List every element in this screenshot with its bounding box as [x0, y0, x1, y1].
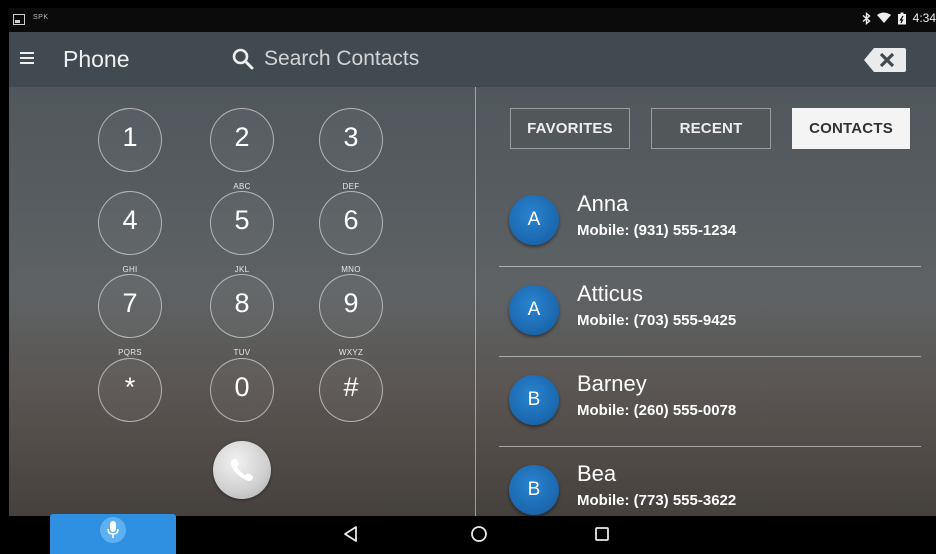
dial-key-letters: JKL	[234, 265, 250, 274]
dial-key-7[interactable]: 7 PQRS	[98, 274, 162, 357]
tab-contacts[interactable]: CONTACTS	[792, 108, 910, 149]
dial-key-6[interactable]: 6 MNO	[319, 191, 383, 274]
dial-key-letters: DEF	[342, 182, 360, 191]
avatar-initial: A	[527, 299, 541, 320]
dial-key-letters: PQRS	[118, 348, 142, 357]
navigation-bar	[9, 514, 936, 554]
divider	[499, 356, 921, 357]
panel-divider	[475, 87, 476, 516]
contact-number: Mobile: (931) 555-1234	[577, 222, 737, 239]
phone-screen: SPK 4:34 Phone Search Contacts 1 2 ABC 3…	[9, 8, 936, 554]
contact-list: A Anna Mobile: (931) 555-1234 A Atticus …	[499, 178, 921, 516]
avatar: B	[509, 465, 559, 515]
avatar: A	[509, 285, 559, 335]
dial-key-digit: 3	[343, 122, 359, 152]
contact-number: Mobile: (703) 555-9425	[577, 312, 737, 329]
dialpad: 1 2 ABC 3 DEF 4 GHI 5 JKL 6 MNO 7 PQRS 8	[9, 87, 475, 516]
tab-recent[interactable]: RECENT	[651, 108, 771, 149]
dial-key-letters: TUV	[233, 348, 251, 357]
search-input[interactable]	[264, 44, 524, 74]
dial-key-5[interactable]: 5 JKL	[210, 191, 274, 274]
contact-item-atticus[interactable]: A Atticus Mobile: (703) 555-9425	[499, 268, 921, 357]
status-icons: 4:34	[862, 11, 936, 25]
contact-name: Anna	[577, 191, 629, 216]
dial-key-digit: 7	[122, 288, 138, 318]
menu-icon[interactable]	[20, 52, 34, 64]
dial-key-8[interactable]: 8 TUV	[210, 274, 274, 357]
tab-favorites[interactable]: FAVORITES	[510, 108, 630, 149]
call-button[interactable]	[213, 441, 271, 499]
dial-key-star[interactable]: *	[98, 358, 162, 422]
contact-name: Barney	[577, 371, 647, 396]
microphone-icon	[100, 517, 126, 543]
bluetooth-icon	[862, 11, 871, 25]
app-title: Phone	[63, 46, 130, 72]
dial-key-digit: 5	[234, 205, 250, 235]
dial-key-digit: 6	[343, 205, 359, 235]
status-bar: SPK 4:34	[9, 8, 936, 32]
dial-key-letters: GHI	[122, 265, 138, 274]
contact-item-barney[interactable]: B Barney Mobile: (260) 555-0078	[499, 358, 921, 447]
dial-key-0[interactable]: 0	[210, 358, 274, 422]
dial-key-digit: *	[124, 372, 136, 402]
dial-key-digit: 8	[234, 288, 250, 318]
avatar-initial: A	[527, 209, 541, 230]
contact-name: Bea	[577, 461, 617, 486]
back-icon[interactable]	[340, 523, 362, 545]
dial-key-digit: 1	[122, 122, 138, 152]
dial-key-4[interactable]: 4 GHI	[98, 191, 162, 274]
contact-number: Mobile: (260) 555-0078	[577, 402, 737, 419]
divider	[499, 446, 921, 447]
dial-key-digit: 2	[234, 122, 250, 152]
notification-icon	[13, 14, 25, 25]
contact-name: Atticus	[577, 281, 644, 306]
home-icon[interactable]	[468, 523, 490, 545]
contact-number: Mobile: (773) 555-3622	[577, 492, 737, 509]
avatar-initial: B	[527, 389, 541, 410]
search-icon[interactable]	[231, 47, 255, 71]
contact-item-anna[interactable]: A Anna Mobile: (931) 555-1234	[499, 178, 921, 267]
wifi-icon	[876, 12, 891, 23]
dial-key-letters: WXYZ	[338, 348, 364, 357]
contact-item-bea[interactable]: B Bea Mobile: (773) 555-3622	[499, 448, 921, 516]
app-bar: Phone	[9, 32, 936, 87]
dial-key-letters: MNO	[341, 265, 361, 274]
dial-key-1[interactable]: 1	[98, 108, 162, 172]
status-app-label: SPK	[33, 14, 49, 21]
recent-apps-icon[interactable]	[591, 523, 613, 545]
dial-key-letters: ABC	[233, 182, 251, 191]
divider	[499, 266, 921, 267]
dial-key-digit: 4	[122, 205, 138, 235]
dial-key-hash[interactable]: #	[319, 358, 383, 422]
dial-key-digit: #	[343, 372, 359, 402]
dial-key-2[interactable]: 2 ABC	[210, 108, 274, 191]
battery-icon	[897, 12, 906, 24]
phone-icon	[231, 459, 253, 481]
avatar-initial: B	[527, 479, 541, 500]
voice-button[interactable]	[50, 514, 176, 554]
dial-key-digit: 0	[234, 372, 250, 402]
status-time: 4:34	[912, 11, 936, 25]
avatar: A	[509, 195, 559, 245]
clear-input-button[interactable]	[864, 48, 906, 72]
dial-key-3[interactable]: 3 DEF	[319, 108, 383, 191]
avatar: B	[509, 375, 559, 425]
dial-key-9[interactable]: 9 WXYZ	[319, 274, 383, 357]
dial-key-digit: 9	[343, 288, 359, 318]
